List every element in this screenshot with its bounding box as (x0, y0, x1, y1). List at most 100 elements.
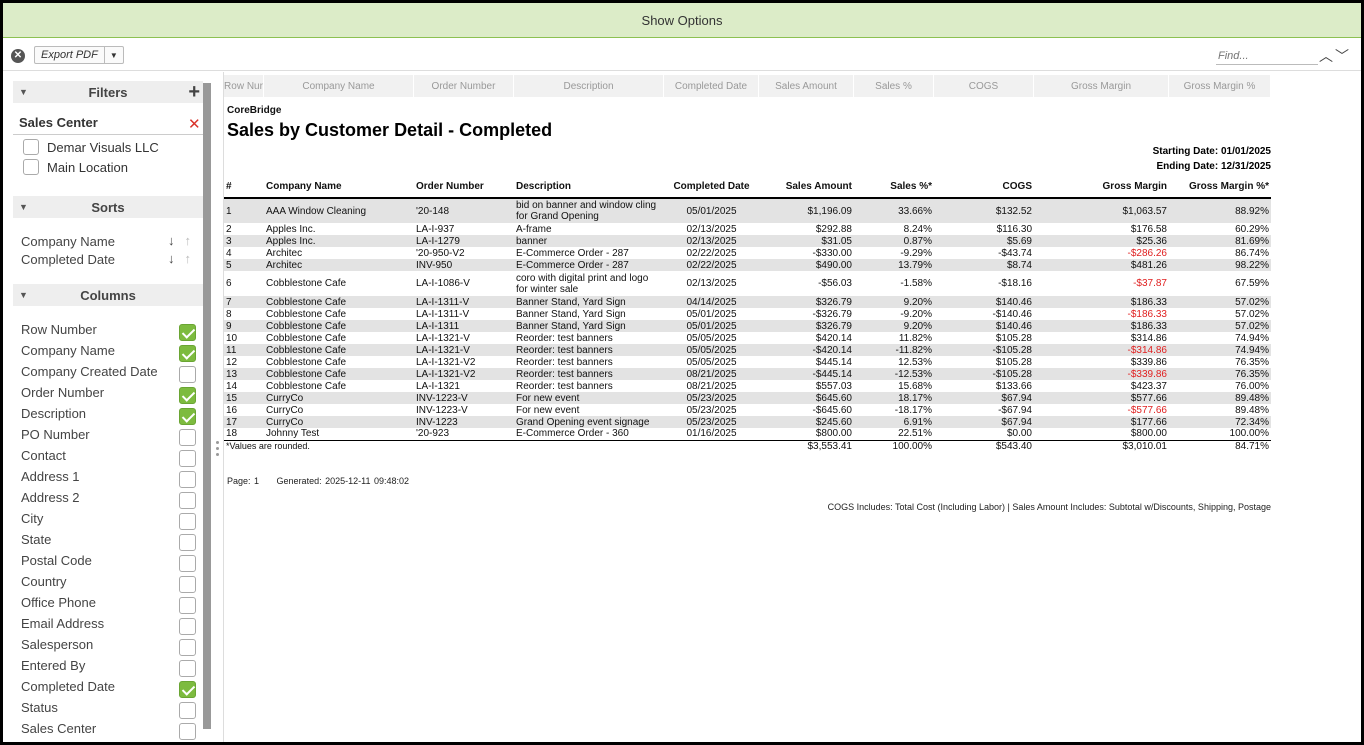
column-header-4[interactable]: Completed Date (664, 75, 759, 97)
table-cell: 1 (224, 198, 264, 223)
column-header-6[interactable]: Sales % (854, 75, 934, 97)
table-cell: $186.33 (1034, 320, 1169, 332)
column-checkbox[interactable] (179, 555, 196, 572)
location-checkbox[interactable] (23, 139, 39, 155)
table-cell: $67.94 (934, 392, 1034, 404)
column-checkbox[interactable] (179, 513, 196, 530)
table-cell: 60.29% (1235, 223, 1269, 235)
location-checkbox[interactable] (23, 159, 39, 175)
arrow-down-icon[interactable]: ↓ (168, 233, 175, 248)
column-checkbox[interactable] (179, 534, 196, 551)
totals-cell: 84.71% (1169, 439, 1271, 452)
column-checkbox[interactable] (179, 702, 196, 719)
table-cell: 76.00% (1235, 380, 1269, 392)
table-cell: 7 (224, 296, 264, 308)
table-cell: 02/22/2025 (686, 247, 737, 259)
column-option-label: Entered By (21, 658, 86, 673)
column-checkbox[interactable] (179, 660, 196, 677)
collapse-triangle-icon[interactable]: ▼ (19, 87, 28, 97)
column-checkbox[interactable] (179, 408, 196, 425)
export-button[interactable]: Export PDF ▼ (34, 46, 124, 64)
column-checkbox[interactable] (179, 492, 196, 509)
table-cell: 18 (226, 428, 238, 440)
column-option-label: Status (21, 700, 58, 715)
table-cell: 12 (226, 356, 238, 368)
location-option[interactable]: Demar Visuals LLC (23, 139, 159, 155)
table-cell: 9 (224, 320, 264, 332)
table-cell: LA-I-1311-V (416, 308, 470, 320)
table-cell: Cobblestone Cafe (266, 380, 347, 392)
column-header-2[interactable]: Order Number (414, 75, 514, 97)
chevron-up-icon[interactable]: ︿ (1319, 48, 1335, 64)
sidebar-scrollbar[interactable] (203, 83, 211, 729)
table-cell: 08/21/2025 (686, 380, 737, 392)
find-input[interactable] (1216, 47, 1318, 65)
chevron-down-icon[interactable]: ▼ (105, 51, 123, 60)
table-cell: 11.82% (898, 332, 932, 344)
table-row: 6 Cobblestone Cafe LA-I-1086-V coro with di… (224, 271, 1271, 296)
table-cell: 12.53% (898, 356, 932, 368)
column-checkbox[interactable] (179, 681, 196, 698)
remove-filter-icon[interactable]: ✕ (188, 115, 201, 133)
column-checkbox[interactable] (179, 723, 196, 740)
column-header-9[interactable]: Gross Margin % (1169, 75, 1271, 97)
column-header-3[interactable]: Description (514, 75, 664, 97)
columns-header[interactable]: ▼ Columns (13, 284, 203, 306)
chevron-down-icon[interactable]: ﹀ (1335, 48, 1351, 64)
table-cell: 02/13/2025 (686, 278, 737, 289)
arrow-up-icon[interactable]: ↑ (185, 251, 192, 266)
close-icon[interactable]: ✕ (11, 49, 25, 63)
column-checkbox[interactable] (179, 450, 196, 467)
table-cell: $67.94 (934, 416, 1034, 428)
collapse-triangle-icon[interactable]: ▼ (19, 290, 28, 300)
table-cell: -$314.86 (1034, 344, 1169, 356)
table-cell: 6 (226, 278, 232, 289)
table-cell: -$420.14 (759, 344, 854, 356)
sort-direction-controls: ↓ ↑ (168, 233, 191, 248)
table-cell: 89.48% (1235, 404, 1269, 416)
report-date-range: Starting Date: 01/01/2025 Ending Date: 1… (1153, 144, 1271, 174)
table-cell: For new event (514, 392, 664, 404)
column-checkbox[interactable] (179, 471, 196, 488)
column-checkbox[interactable] (179, 387, 196, 404)
table-cell: -$37.87 (1133, 278, 1167, 289)
location-option[interactable]: Main Location (23, 159, 128, 175)
column-checkbox[interactable] (179, 345, 196, 362)
column-header-8[interactable]: Gross Margin (1034, 75, 1169, 97)
sales-center-filter-label: Sales Center (19, 115, 98, 130)
arrow-up-icon[interactable]: ↑ (185, 233, 192, 248)
table-cell: -18.17% (894, 404, 932, 416)
column-checkbox[interactable] (179, 576, 196, 593)
table-cell: $116.30 (996, 223, 1032, 235)
collapse-triangle-icon[interactable]: ▼ (19, 202, 28, 212)
table-cell: LA-I-1321-V (414, 344, 514, 356)
table-cell: 86.74% (1235, 247, 1269, 259)
column-checkbox[interactable] (179, 429, 196, 446)
column-header-0[interactable]: Row Nur (224, 75, 264, 97)
add-filter-icon[interactable]: + (188, 82, 200, 102)
show-options-bar[interactable]: Show Options (3, 3, 1361, 38)
table-cell: 05/23/2025 (664, 416, 759, 428)
table-cell: Apples Inc. (264, 235, 414, 247)
table-cell: 5 (224, 259, 264, 271)
column-option-label: City (21, 511, 44, 526)
filters-header[interactable]: ▼ Filters + (13, 81, 203, 103)
table-cell: INV-1223 (414, 416, 514, 428)
column-header-5[interactable]: Sales Amount (759, 75, 854, 97)
table-row: 7 Cobblestone Cafe LA-I-1311-V Banner Stand… (224, 296, 1271, 308)
column-checkbox[interactable] (179, 618, 196, 635)
column-checkbox[interactable] (179, 366, 196, 383)
column-header-1[interactable]: Company Name (264, 75, 414, 97)
table-cell: CurryCo (266, 404, 304, 416)
column-checkbox[interactable] (179, 639, 196, 656)
column-option-label: Company Created Date (21, 364, 158, 379)
column-header-7[interactable]: COGS (934, 75, 1034, 97)
table-row: 12 Cobblestone Cafe LA-I-1321-V2 Reorder: t… (224, 356, 1271, 368)
column-checkbox[interactable] (179, 597, 196, 614)
resize-handle[interactable] (216, 441, 220, 465)
sorts-header[interactable]: ▼ Sorts (13, 196, 203, 218)
column-checkbox[interactable] (179, 324, 196, 341)
arrow-down-icon[interactable]: ↓ (168, 251, 175, 266)
table-cell: '20-950-V2 (416, 247, 465, 259)
table-cell: INV-1223-V (414, 392, 514, 404)
